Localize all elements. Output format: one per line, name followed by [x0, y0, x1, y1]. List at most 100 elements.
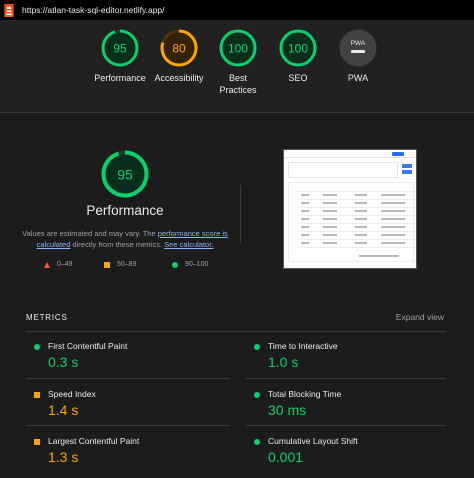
divider: [26, 331, 446, 332]
metric-value: 1.4 s: [48, 402, 79, 418]
pass-circle-icon: [254, 344, 260, 350]
thumb-row: [297, 199, 415, 200]
metric-largest-contentful-paint: Largest Contentful Paint 1.3 s: [26, 435, 226, 478]
thumb-cell: [355, 226, 367, 228]
metric-value: 30 ms: [268, 402, 307, 418]
category-scores: 95 Performance 80 Accessibility 100 Best…: [0, 20, 474, 112]
score-legend: 0–49 50–89 90–100: [40, 261, 220, 273]
thumb-cell: [301, 234, 309, 236]
legend-fail: 0–49: [44, 261, 73, 268]
legend-pass: 90–100: [172, 261, 208, 268]
thumb-cell: [355, 234, 367, 236]
gauge-pwa[interactable]: PWA PWA: [323, 28, 393, 84]
thumb-cell: [355, 242, 367, 244]
metric-first-contentful-paint: First Contentful Paint 0.3 s: [26, 340, 226, 384]
thumb-cell: [381, 234, 405, 236]
expand-view-button[interactable]: Expand view: [396, 312, 444, 322]
metric-name: Cumulative Layout Shift: [268, 436, 358, 446]
metrics-heading: METRICS: [26, 313, 68, 322]
pass-circle-icon: [34, 344, 40, 350]
thumb-panel: [288, 162, 398, 178]
thumb-logo: [392, 152, 404, 156]
address-bar: https://atlan-task-sql-editor.netlify.ap…: [0, 0, 474, 20]
score-ring: 100: [219, 29, 257, 67]
score-value: 100: [228, 42, 248, 56]
thumb-cell: [381, 226, 405, 228]
metric-name: Largest Contentful Paint: [48, 436, 140, 446]
metric-cumulative-layout-shift: Cumulative Layout Shift 0.001: [246, 435, 446, 478]
score-value: 95: [113, 42, 127, 56]
thumb-cell: [355, 194, 367, 196]
thumb-row: [297, 215, 415, 216]
thumb-cell: [381, 218, 405, 220]
pass-circle-icon: [254, 439, 260, 445]
square-icon: [104, 261, 110, 268]
thumb-cell: [323, 202, 337, 204]
thumb-cell: [381, 210, 405, 212]
metric-time-to-interactive: Time to Interactive 1.0 s: [246, 340, 446, 384]
thumb-button: [402, 170, 412, 174]
performance-score-value: 95: [117, 167, 133, 183]
thumb-row: [297, 191, 415, 192]
triangle-icon: [44, 261, 50, 268]
thumb-cell: [355, 210, 367, 212]
thumb-cell: [301, 226, 309, 228]
performance-score-gauge: 95: [101, 150, 149, 198]
page-url[interactable]: https://atlan-task-sql-editor.netlify.ap…: [22, 5, 165, 15]
category-label: Performance: [94, 73, 146, 83]
thumb-cell: [381, 242, 405, 244]
desc-text: Values are estimated and may vary. The: [22, 229, 158, 238]
thumb-cell: [323, 210, 337, 212]
metric-total-blocking-time: Total Blocking Time 30 ms: [246, 388, 446, 432]
circle-icon: [172, 261, 178, 268]
vertical-divider: [240, 185, 241, 243]
thumb-row: [297, 207, 415, 208]
category-label: SEO: [288, 73, 308, 83]
metric-value: 1.0 s: [268, 354, 299, 370]
legend-average: 50–89: [104, 261, 136, 268]
metric-name: Speed Index: [48, 389, 96, 399]
thumb-cell: [323, 234, 337, 236]
thumb-cell: [355, 202, 367, 204]
metric-value: 1.3 s: [48, 449, 79, 465]
desc-text: directly from these metrics.: [70, 240, 165, 249]
thumb-cell: [381, 194, 405, 196]
thumb-button: [402, 164, 412, 168]
thumb-row: [297, 239, 415, 240]
category-label: Best Practices: [219, 73, 257, 95]
performance-description: Values are estimated and may vary. The p…: [22, 228, 228, 250]
thumb-pagination: [359, 255, 399, 257]
average-square-icon: [34, 439, 40, 445]
score-ring: 100: [279, 29, 317, 67]
metric-name: Time to Interactive: [268, 341, 338, 351]
score-ring: 80: [160, 29, 198, 67]
page-screenshot-thumbnail[interactable]: [283, 149, 417, 269]
thumb-row: [297, 231, 415, 232]
metric-speed-index: Speed Index 1.4 s: [26, 388, 226, 432]
thumb-row: [297, 247, 415, 248]
see-calculator-link[interactable]: See calculator.: [164, 240, 213, 249]
pwa-badge-text: PWA: [351, 40, 366, 47]
thumb-cell: [381, 202, 405, 204]
lighthouse-icon: [4, 3, 14, 17]
metric-value: 0.001: [268, 449, 304, 465]
legend-average-label: 50–89: [117, 261, 137, 268]
category-label: PWA: [347, 73, 369, 83]
legend-pass-label: 90–100: [185, 261, 209, 268]
metric-name: First Contentful Paint: [48, 341, 128, 351]
thumb-cell: [323, 242, 337, 244]
thumb-row: [297, 223, 415, 224]
thumb-cell: [323, 226, 337, 228]
pwa-icon: PWA: [339, 29, 377, 67]
performance-title: Performance: [86, 203, 164, 218]
category-label: Accessibility: [154, 73, 204, 83]
metric-name: Total Blocking Time: [268, 389, 342, 399]
thumb-cell: [301, 194, 309, 196]
score-ring: 95: [101, 29, 139, 67]
performance-section: 95 Performance Values are estimated and …: [0, 113, 474, 478]
thumb-cell: [301, 242, 309, 244]
thumb-cell: [323, 194, 337, 196]
legend-fail-label: 0–49: [57, 261, 73, 268]
thumb-cell: [301, 210, 309, 212]
score-value: 100: [288, 42, 308, 56]
